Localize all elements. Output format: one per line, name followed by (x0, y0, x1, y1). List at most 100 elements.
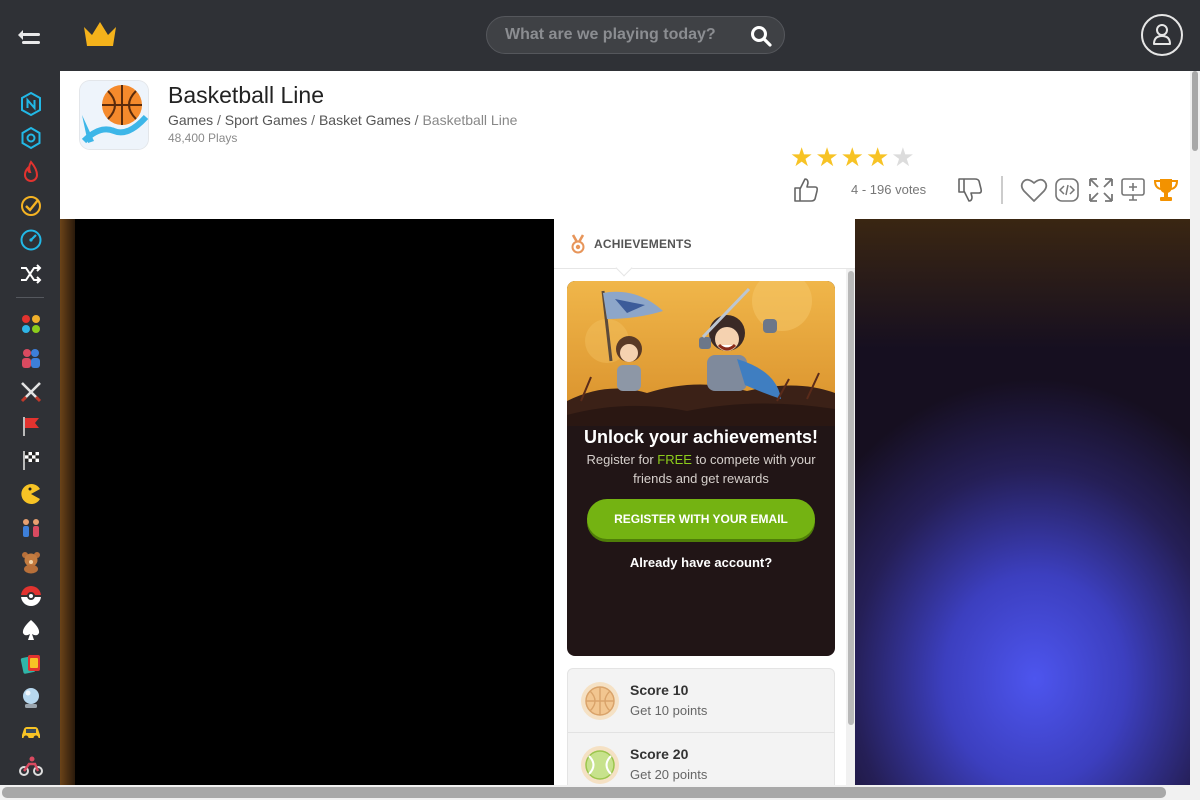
page-vertical-scrollbar[interactable] (1190, 71, 1200, 785)
game-title: Basketball Line (168, 82, 324, 108)
sidebar-item-arcade[interactable] (19, 482, 43, 506)
login-link[interactable]: Already have account? (567, 555, 835, 570)
fullscreen-button[interactable] (1088, 177, 1114, 203)
sidebar-item-random[interactable] (19, 262, 43, 286)
sidebar-item-two-players[interactable] (19, 346, 43, 370)
search-input[interactable] (505, 24, 735, 46)
crystal-ball-icon (23, 688, 39, 708)
breadcrumb-sport-games[interactable]: Sport Games (225, 112, 307, 128)
add-to-desktop-button[interactable] (1120, 177, 1146, 203)
sidebar-item-hot[interactable] (19, 160, 43, 184)
user-icon (1153, 24, 1171, 45)
flag-icon (23, 417, 39, 436)
achievement-item[interactable]: Score 20 Get 20 points (568, 732, 834, 785)
star-rating[interactable]: ★ ★ ★ ★ ★ (790, 144, 915, 170)
sidebar-item-racing[interactable] (19, 448, 43, 472)
star-icon[interactable]: ★ (866, 144, 889, 170)
spade-icon (22, 620, 40, 640)
sidebar-item-all[interactable] (19, 312, 43, 336)
sidebar-item-girls[interactable] (19, 516, 43, 540)
game-header: Basketball Line Games / Sport Games / Ba… (60, 71, 1190, 219)
teddy-bear-icon (22, 552, 40, 574)
promo-text: Register for FREE to compete with your f… (583, 450, 819, 488)
top-bar (0, 0, 1200, 71)
leaderboard-button[interactable] (1153, 177, 1179, 203)
promo-text-before: Register for (586, 452, 654, 467)
sidebar-item-fast[interactable] (19, 228, 43, 252)
star-empty-icon[interactable]: ★ (891, 144, 914, 170)
achievements-title: ACHIEVEMENTS (594, 237, 692, 251)
racing-flag-icon (23, 451, 39, 470)
sidebar-item-best[interactable] (19, 194, 43, 218)
menu-toggle-icon[interactable] (18, 24, 42, 46)
motorbike-icon (19, 756, 43, 776)
embed-button[interactable] (1054, 177, 1080, 203)
achievements-panel: ACHIEVEMENTS Unlock your achievements! R… (554, 219, 855, 785)
page-vertical-scrollbar-thumb[interactable] (1192, 71, 1198, 151)
achievements-list: Score 10 Get 10 points Score 20 Get 20 p… (567, 668, 835, 785)
register-email-button[interactable]: REGISTER WITH YOUR EMAIL (587, 499, 815, 539)
check-circle-icon (21, 196, 41, 216)
game-thumbnail[interactable] (80, 81, 148, 149)
user-account-button[interactable] (1141, 14, 1183, 56)
breadcrumb-current: Basketball Line (422, 112, 518, 128)
achievement-desc: Get 20 points (630, 767, 708, 782)
sidebar-item-action[interactable] (19, 380, 43, 404)
vote-count: 4 - 196 votes (851, 182, 927, 197)
achievement-desc: Get 10 points (630, 703, 708, 718)
heroes-illustration (567, 281, 835, 426)
trophy-icon (1153, 179, 1179, 201)
search-box (486, 16, 785, 54)
game-background-glow (855, 219, 1190, 785)
code-icon (1055, 178, 1079, 202)
crown-logo-icon[interactable] (82, 20, 118, 53)
register-promo-card: Unlock your achievements! Register for F… (567, 281, 835, 656)
star-icon[interactable]: ★ (790, 144, 813, 170)
achievement-item[interactable]: Score 10 Get 10 points (568, 669, 834, 732)
game-background-edge (60, 219, 75, 785)
thumbs-up-icon (794, 178, 819, 202)
sidebar-item-puzzle[interactable] (19, 686, 43, 710)
breadcrumb-games[interactable]: Games (168, 112, 213, 128)
search-icon[interactable] (750, 25, 772, 52)
dislike-button[interactable] (956, 176, 984, 209)
pokeball-icon (21, 586, 41, 606)
toolbar-divider (1001, 176, 1003, 204)
speedometer-icon (20, 229, 42, 251)
medal-icon (570, 234, 586, 259)
sidebar-divider (16, 297, 44, 298)
achievement-name: Score 20 (630, 746, 689, 762)
sidebar-item-board-games[interactable] (19, 652, 43, 676)
promo-title: Unlock your achievements! (583, 427, 819, 447)
sidebar-item-strategy[interactable] (19, 414, 43, 438)
tennis-ball-icon (581, 746, 619, 784)
sidebar-item-card-games[interactable] (19, 618, 43, 642)
favorite-button[interactable] (1020, 177, 1048, 203)
like-button[interactable] (792, 176, 820, 209)
sidebar-item-new[interactable] (19, 92, 43, 116)
sidebar-item-trending[interactable] (19, 126, 43, 150)
expand-icon (1089, 178, 1113, 202)
play-count: 48,400 Plays (168, 131, 238, 145)
promo-free-highlight: FREE (657, 452, 692, 467)
people-icon (23, 519, 39, 537)
achievements-header: ACHIEVEMENTS (554, 219, 855, 269)
star-icon[interactable]: ★ (841, 144, 864, 170)
page-horizontal-scrollbar-thumb[interactable] (2, 787, 1166, 798)
car-icon (22, 727, 40, 741)
sidebar-item-kids[interactable] (19, 550, 43, 574)
achievements-scrollbar-thumb[interactable] (848, 271, 854, 725)
star-icon[interactable]: ★ (815, 144, 838, 170)
shuffle-icon (21, 264, 42, 284)
cards-icon (20, 655, 40, 674)
dots-grid-icon (22, 315, 40, 333)
sidebar-item-bikes[interactable] (19, 754, 43, 778)
sidebar-item-cars[interactable] (19, 720, 43, 744)
new-icon (21, 92, 41, 116)
monitor-plus-icon (1121, 178, 1145, 201)
breadcrumb-basket-games[interactable]: Basket Games (319, 112, 411, 128)
basketball-icon (581, 682, 619, 720)
crossed-swords-icon (20, 382, 42, 403)
sidebar-item-pokemon[interactable] (19, 584, 43, 608)
atom-icon (21, 126, 41, 150)
